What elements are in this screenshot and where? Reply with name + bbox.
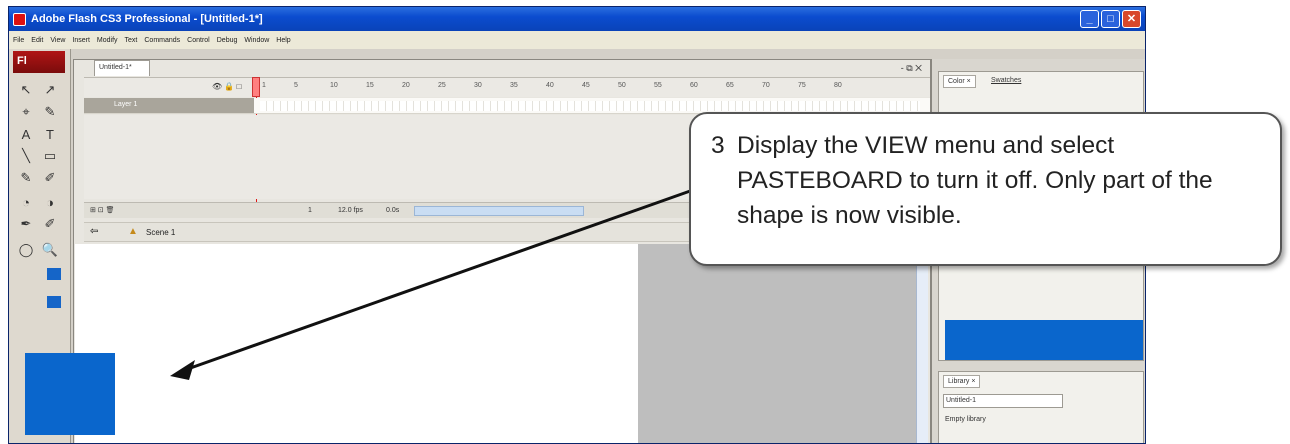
instruction-callout: 3 Display the VIEW menu and select PASTE… — [689, 112, 1282, 266]
callout-text: Display the VIEW menu and select PASTEBO… — [737, 132, 1213, 229]
callout-step-number: 3 — [711, 132, 725, 159]
